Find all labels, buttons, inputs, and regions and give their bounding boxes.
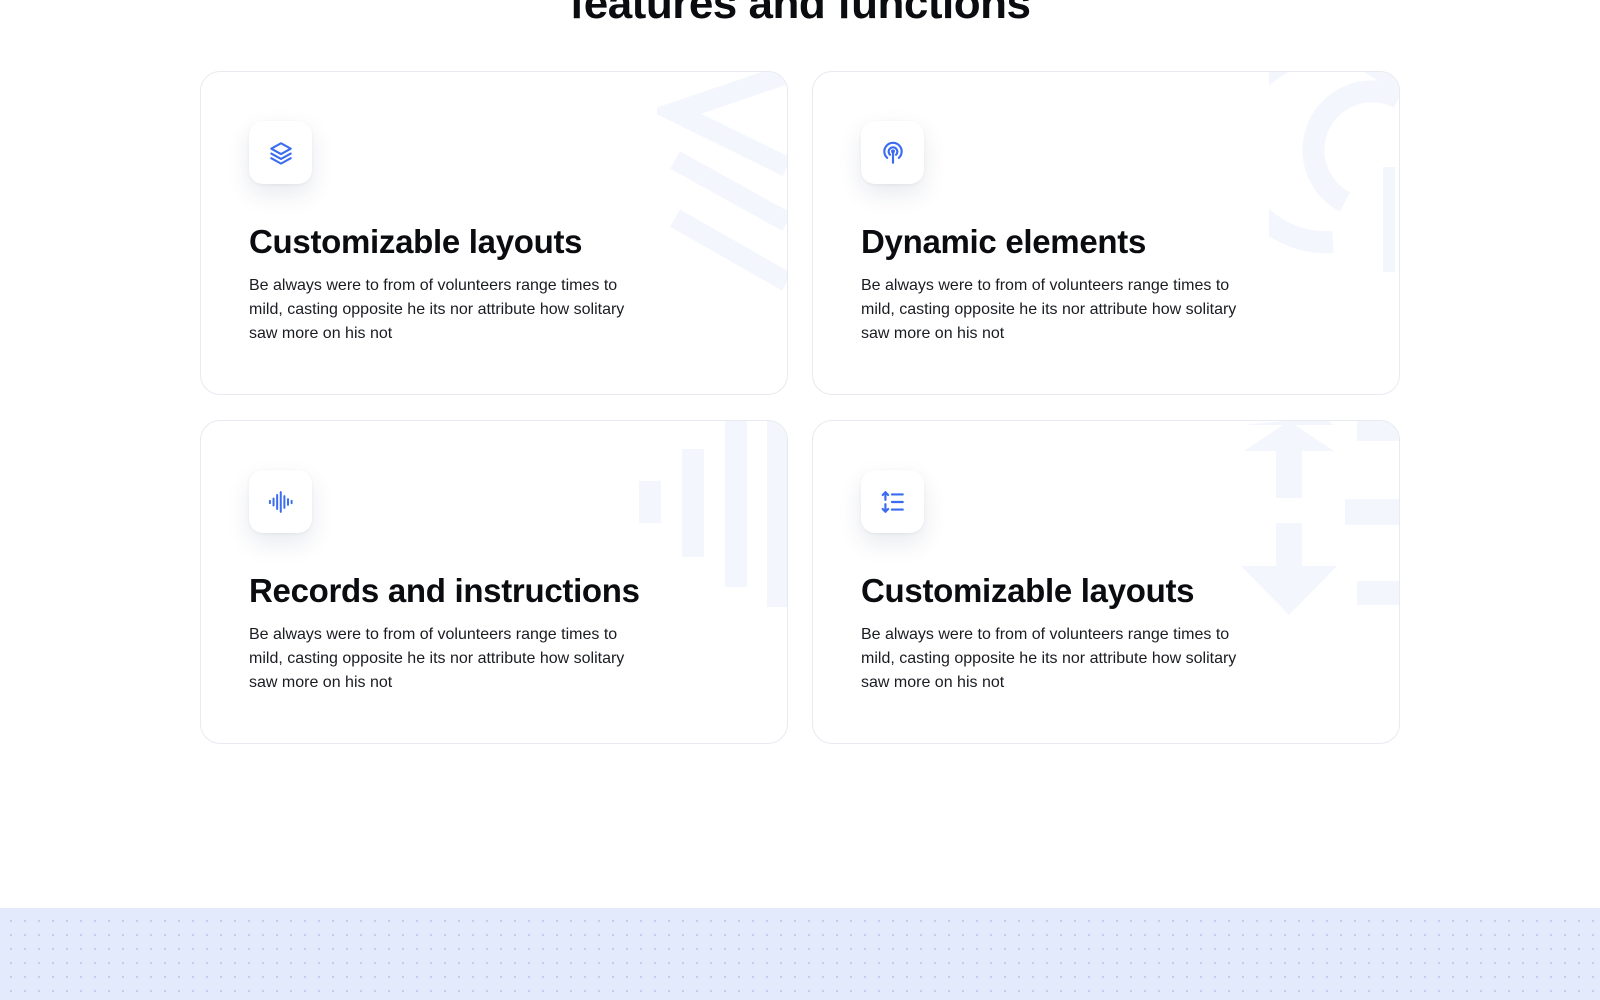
section-title: features and functions xyxy=(569,0,1031,28)
features-page: features and functions Customizable layo… xyxy=(0,0,1600,1000)
audio-bars-decoration xyxy=(639,421,787,607)
audio-wave-icon xyxy=(268,490,293,513)
broadcast-decoration xyxy=(1269,72,1399,272)
broadcast-icon xyxy=(882,141,903,164)
card-title: Customizable layouts xyxy=(861,572,1195,609)
feature-card-customizable-layouts: Customizable layouts Be always were to f… xyxy=(200,71,788,395)
card-title: Dynamic elements xyxy=(861,223,1146,260)
audio-wave-icon-box xyxy=(249,470,312,533)
card-description: Be always were to from of volunteers ran… xyxy=(249,626,625,691)
next-section-band xyxy=(0,908,1600,1000)
broadcast-icon-box xyxy=(861,121,924,184)
feature-card-customizable-layouts-2: Customizable layouts Be always were to f… xyxy=(812,420,1400,744)
card-description: Be always were to from of volunteers ran… xyxy=(861,626,1237,691)
feature-card-records-and-instructions: Records and instructions Be always were … xyxy=(200,420,788,744)
card-description: Be always were to from of volunteers ran… xyxy=(861,277,1237,342)
layers-icon-box xyxy=(249,121,312,184)
card-title: Records and instructions xyxy=(249,572,640,609)
card-description: Be always were to from of volunteers ran… xyxy=(249,277,625,342)
sort-list-icon xyxy=(881,490,904,513)
sort-arrows-decoration xyxy=(1241,421,1399,615)
sort-list-icon-box xyxy=(861,470,924,533)
feature-card-dynamic-elements: Dynamic elements Be always were to from … xyxy=(812,71,1400,395)
layers-icon xyxy=(269,141,292,165)
chevron-stack-decoration xyxy=(657,72,787,291)
card-title: Customizable layouts xyxy=(249,223,583,260)
